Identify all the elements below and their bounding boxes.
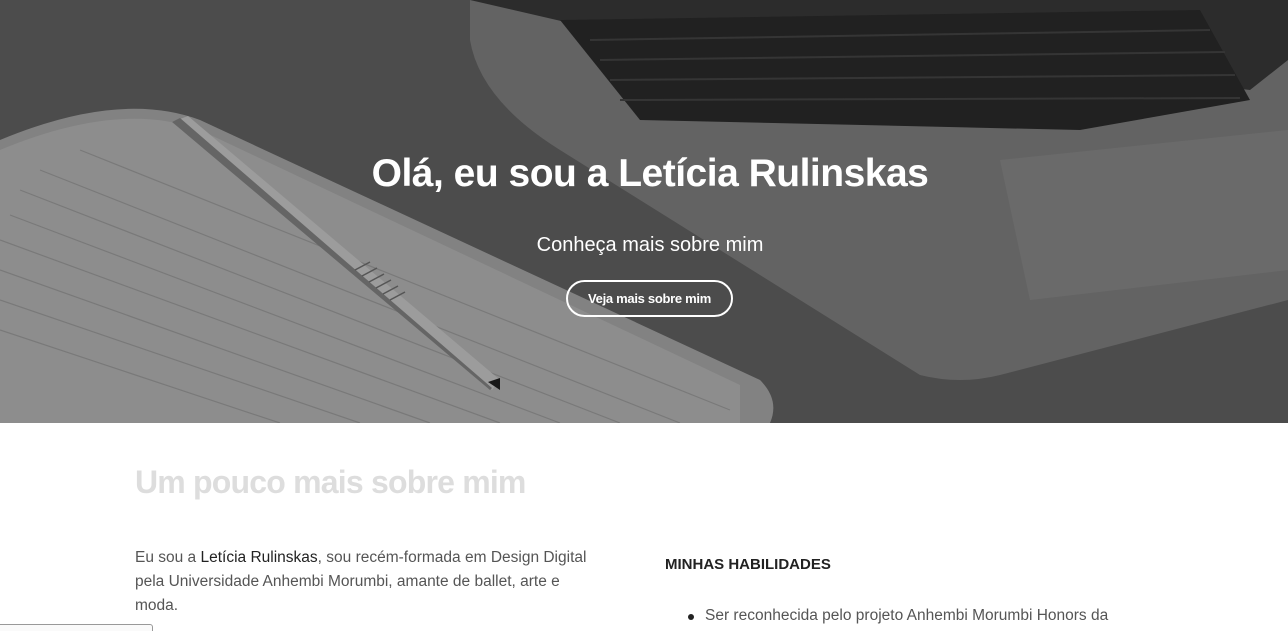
about-intro-line1-rest: , sou recém-formada em Design Digital xyxy=(317,549,587,566)
about-intro-line-2: pela Universidade Anhembi Morumbi, amant… xyxy=(135,573,560,590)
about-heading: Um pouco mais sobre mim xyxy=(135,464,526,500)
about-intro-paragraph: Eu sou a Letícia Rulinskas, sou recém-fo… xyxy=(135,546,625,618)
status-tab xyxy=(0,624,153,631)
skills-list-item: Ser reconhecida pelo projeto Anhembi Mor… xyxy=(688,604,1165,628)
hero-subtitle: Conheça mais sobre mim xyxy=(536,234,764,256)
hero-section: Olá, eu sou a Letícia Rulinskas Conheça … xyxy=(0,0,1288,423)
see-more-about-me-button[interactable]: Veja mais sobre mim xyxy=(566,280,733,317)
skills-list-item-text: Ser reconhecida pelo projeto Anhembi Mor… xyxy=(705,607,1109,624)
about-intro-line-1: Eu sou a Letícia Rulinskas, sou recém-fo… xyxy=(135,546,625,570)
about-intro-line-3: moda. xyxy=(135,597,179,614)
hero-overlay xyxy=(0,0,1288,423)
bullet-icon xyxy=(688,614,694,620)
skills-title: MINHAS HABILIDADES xyxy=(665,556,831,573)
about-intro-name: Letícia Rulinskas xyxy=(200,549,318,566)
skills-list: Ser reconhecida pelo projeto Anhembi Mor… xyxy=(688,604,1165,628)
about-intro-prefix: Eu sou a xyxy=(135,549,201,566)
hero-title: Olá, eu sou a Letícia Rulinskas xyxy=(371,152,929,195)
